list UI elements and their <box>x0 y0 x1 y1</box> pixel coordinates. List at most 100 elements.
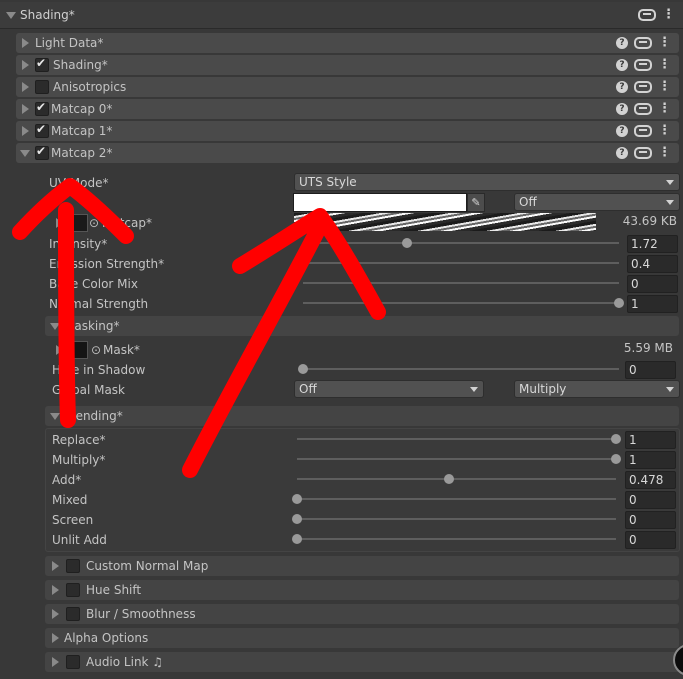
panel-blur-smoothness[interactable]: Blur / Smoothness <box>45 604 679 624</box>
panel-enable-checkbox[interactable] <box>35 122 49 138</box>
unlit-add-slider-track[interactable] <box>297 538 616 540</box>
base-color-mix-slider-track[interactable] <box>303 282 619 284</box>
shading-header[interactable]: Shading* ⋮ <box>0 2 683 29</box>
panel-hue-shift[interactable]: Hue Shift <box>45 580 679 600</box>
intensity-field[interactable]: 1.72 <box>627 235 678 253</box>
panel-enable-checkbox[interactable] <box>35 100 49 116</box>
texture-thumbnail[interactable] <box>72 214 88 232</box>
expand-arrow-icon[interactable] <box>22 104 29 114</box>
base-color-mix-field[interactable]: 0 <box>627 275 678 293</box>
unlit-add-slider-handle[interactable] <box>292 534 302 544</box>
normal-strength-slider-track[interactable] <box>303 302 619 304</box>
panel-anisotropics[interactable]: Anisotropics ? ⋮ <box>16 77 679 97</box>
panel-enable-checkbox[interactable] <box>35 80 49 94</box>
add-slider-track[interactable] <box>297 478 616 480</box>
multiply-slider-track[interactable] <box>297 458 616 460</box>
collapse-arrow-icon[interactable] <box>20 150 30 157</box>
emission-strength-field[interactable]: 0.4 <box>627 255 678 273</box>
uv-mode-dropdown[interactable]: UTS Style <box>294 173 680 191</box>
link-icon[interactable] <box>634 147 652 159</box>
help-icon[interactable]: ? <box>616 37 628 49</box>
link-icon[interactable] <box>634 37 652 49</box>
more-menu-icon[interactable]: ⋮ <box>658 80 671 93</box>
expand-arrow-icon[interactable] <box>52 633 59 643</box>
blend-mode-dropdown[interactable]: Off <box>514 193 680 211</box>
expand-arrow-icon[interactable] <box>56 345 63 355</box>
replace-slider-track[interactable] <box>297 438 616 440</box>
expand-arrow-icon[interactable] <box>22 38 29 48</box>
more-menu-icon[interactable]: ⋮ <box>662 8 675 21</box>
normal-strength-label: Normal Strength <box>49 297 149 311</box>
eyedropper-icon[interactable]: ✎ <box>467 193 485 212</box>
panel-alpha-options[interactable]: Alpha Options <box>45 628 679 648</box>
blending-header[interactable]: Blending* <box>45 406 679 426</box>
link-icon[interactable] <box>634 125 652 137</box>
expand-arrow-icon[interactable] <box>6 12 16 19</box>
link-icon[interactable] <box>638 9 656 21</box>
intensity-slider-handle[interactable] <box>402 238 413 248</box>
more-menu-icon[interactable]: ⋮ <box>658 124 671 137</box>
more-menu-icon[interactable]: ⋮ <box>658 102 671 115</box>
link-icon[interactable] <box>634 81 652 93</box>
mixed-slider-handle[interactable] <box>292 494 302 504</box>
help-icon[interactable]: ? <box>616 103 628 115</box>
panel-enable-checkbox[interactable] <box>66 559 80 573</box>
collapse-arrow-icon[interactable] <box>50 323 60 330</box>
help-icon[interactable]: ? <box>616 59 628 71</box>
panel-enable-checkbox[interactable] <box>35 56 49 72</box>
expand-arrow-icon[interactable] <box>52 585 59 595</box>
help-icon[interactable]: ? <box>616 147 628 159</box>
collapse-arrow-icon[interactable] <box>50 413 60 420</box>
screen-slider-track[interactable] <box>297 518 616 520</box>
normal-strength-slider-handle[interactable] <box>614 298 624 308</box>
panel-shading[interactable]: Shading* ? ⋮ <box>16 55 679 75</box>
help-icon[interactable]: ? <box>616 125 628 137</box>
mixed-slider-track[interactable] <box>297 498 616 500</box>
global-mask-blend-dropdown[interactable]: Multiply <box>514 380 680 398</box>
panel-custom-normal-map[interactable]: Custom Normal Map <box>45 556 679 576</box>
panel-audio-link[interactable]: Audio Link ♫ <box>45 652 679 672</box>
more-menu-icon[interactable]: ⋮ <box>658 58 671 71</box>
expand-arrow-icon[interactable] <box>52 561 59 571</box>
panel-light-data[interactable]: Light Data* ? ⋮ <box>16 33 679 53</box>
unlit-add-field[interactable]: 0 <box>625 531 676 549</box>
screen-slider-handle[interactable] <box>292 514 302 524</box>
panel-enable-checkbox[interactable] <box>66 607 80 621</box>
emission-strength-slider-track[interactable] <box>303 262 619 264</box>
global-mask-dropdown[interactable]: Off <box>294 380 484 398</box>
expand-arrow-icon[interactable] <box>22 82 29 92</box>
object-picker-icon[interactable]: ⊙ <box>91 343 101 357</box>
panel-enable-checkbox[interactable] <box>35 144 49 160</box>
expand-arrow-icon[interactable] <box>56 218 63 228</box>
screen-field[interactable]: 0 <box>625 511 676 529</box>
color-field[interactable] <box>293 193 467 212</box>
more-menu-icon[interactable]: ⋮ <box>658 36 671 49</box>
panel-matcap-2[interactable]: Matcap 2* ? ⋮ <box>16 143 679 163</box>
hide-in-shadow-field[interactable]: 0 <box>625 361 676 379</box>
panel-enable-checkbox[interactable] <box>66 583 80 597</box>
panel-matcap-0[interactable]: Matcap 0* ? ⋮ <box>16 99 679 119</box>
multiply-field[interactable]: 1 <box>625 451 676 469</box>
hide-in-shadow-slider-track[interactable] <box>303 368 619 370</box>
replace-field[interactable]: 1 <box>625 431 676 449</box>
mask-thumbnail[interactable] <box>72 341 88 359</box>
link-icon[interactable] <box>634 59 652 71</box>
multiply-slider-handle[interactable] <box>611 454 621 464</box>
replace-slider-handle[interactable] <box>611 434 621 444</box>
mixed-field[interactable]: 0 <box>625 491 676 509</box>
expand-arrow-icon[interactable] <box>52 657 59 667</box>
expand-arrow-icon[interactable] <box>52 609 59 619</box>
normal-strength-field[interactable]: 1 <box>627 295 678 313</box>
more-menu-icon[interactable]: ⋮ <box>658 146 671 159</box>
panel-enable-checkbox[interactable] <box>66 655 80 669</box>
masking-header[interactable]: Masking* <box>45 316 679 336</box>
expand-arrow-icon[interactable] <box>22 126 29 136</box>
help-icon[interactable]: ? <box>616 81 628 93</box>
expand-arrow-icon[interactable] <box>22 60 29 70</box>
add-field[interactable]: 0.478 <box>625 471 676 489</box>
object-picker-icon[interactable]: ⊙ <box>89 216 99 230</box>
intensity-slider-track[interactable] <box>303 242 619 244</box>
panel-matcap-1[interactable]: Matcap 1* ? ⋮ <box>16 121 679 141</box>
link-icon[interactable] <box>634 103 652 115</box>
hide-in-shadow-slider-handle[interactable] <box>298 364 308 374</box>
